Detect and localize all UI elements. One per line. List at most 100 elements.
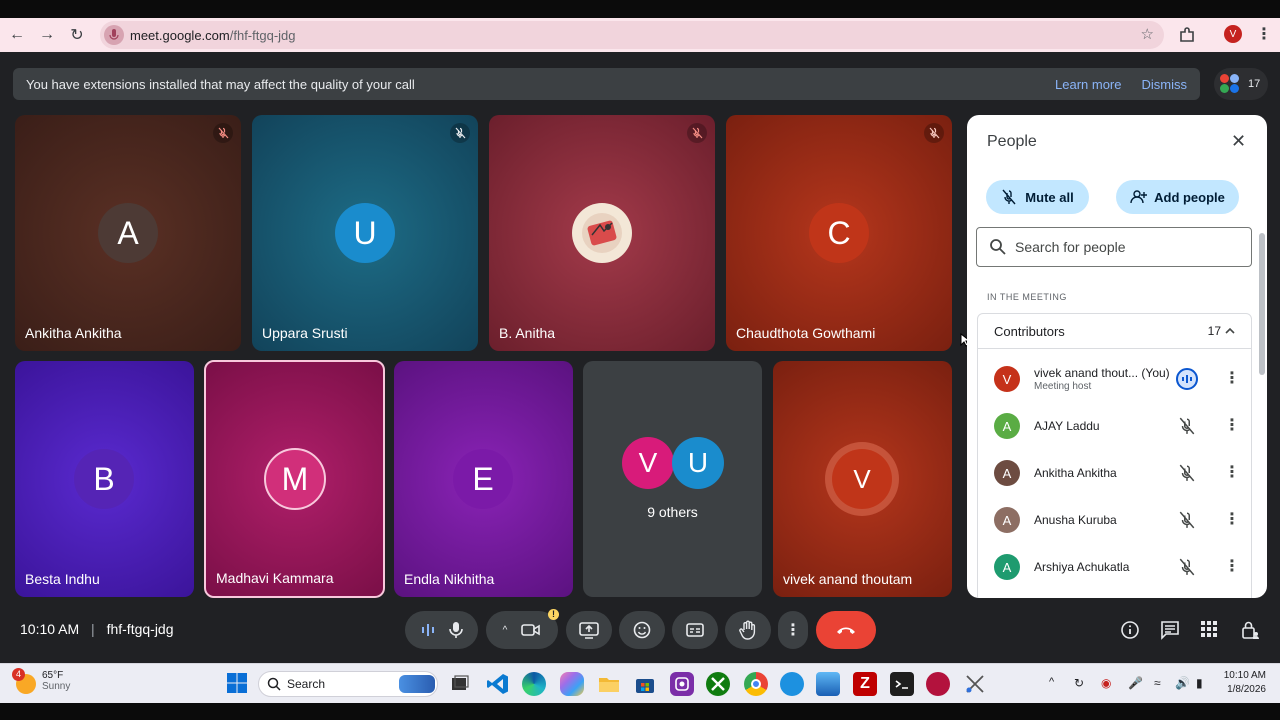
mic-off-icon[interactable] (1178, 511, 1196, 529)
group-count: 17 (1207, 324, 1221, 338)
list-item[interactable]: A Ankitha Ankitha ⋮ (978, 450, 1251, 496)
chat-button[interactable] (1160, 620, 1182, 642)
chevron-up-icon[interactable]: ^ (1049, 676, 1054, 688)
avatar: A (994, 460, 1020, 486)
wifi-icon[interactable]: ≈ (1154, 676, 1161, 690)
weather-widget[interactable]: 4 65°F Sunny (12, 668, 70, 694)
close-icon[interactable]: ✕ (1231, 131, 1246, 152)
more-options-icon[interactable]: ⋮ (1224, 556, 1240, 576)
participant-name: Madhavi Kammara (216, 570, 334, 586)
extensions-icon[interactable] (1178, 26, 1196, 44)
list-item[interactable]: A Arshiya Achukatla ⋮ (978, 544, 1251, 590)
mute-all-button[interactable]: Mute all (986, 180, 1089, 214)
more-options-icon[interactable]: ⋮ (1224, 415, 1240, 435)
camera-tray-icon[interactable]: ◉ (1101, 676, 1111, 690)
app-icon[interactable] (670, 672, 694, 696)
participant-avatar: V (832, 449, 892, 509)
others-tile[interactable]: V U 9 others (583, 361, 762, 597)
present-screen-button[interactable] (566, 611, 612, 649)
reload-icon[interactable]: ↻ (62, 20, 92, 50)
participant-tile[interactable]: E Endla Nikhitha (394, 361, 573, 597)
participant-avatar: C (809, 203, 869, 263)
microphone-icon[interactable] (448, 621, 463, 639)
profile-avatar[interactable]: V (1224, 25, 1242, 43)
bookmark-star-icon[interactable]: ☆ (1141, 25, 1154, 43)
contributors-group[interactable]: Contributors 17 (977, 313, 1252, 349)
weather-temp: 65°F (42, 670, 64, 681)
leave-call-button[interactable] (816, 611, 876, 649)
learn-more-link[interactable]: Learn more (1055, 77, 1121, 92)
xbox-icon[interactable] (706, 672, 730, 696)
section-label: IN THE MEETING (987, 292, 1067, 302)
chevron-up-icon[interactable]: ^ (503, 625, 508, 636)
participant-avatar: B (74, 449, 134, 509)
search-icon (990, 239, 1006, 255)
list-item[interactable]: A AJAY Laddu ⋮ (978, 403, 1251, 449)
add-people-button[interactable]: Add people (1116, 180, 1239, 214)
more-options-button[interactable]: ⋮ (778, 611, 808, 649)
participant-tile[interactable]: C Chaudthota Gowthami (726, 115, 952, 351)
copilot-icon[interactable] (560, 672, 584, 696)
reactions-button[interactable] (619, 611, 665, 649)
forward-icon[interactable]: → (32, 20, 62, 50)
url-text: meet.google.com/fhf-ftgq-jdg (130, 27, 296, 43)
mic-off-icon[interactable] (1178, 464, 1196, 482)
meeting-code: fhf-ftgq-jdg (106, 621, 174, 637)
battery-icon[interactable]: ▮ (1196, 676, 1203, 690)
mic-off-icon[interactable] (1178, 558, 1196, 576)
windows-start-icon[interactable] (226, 672, 250, 696)
address-bar[interactable]: meet.google.com/fhf-ftgq-jdg ☆ (100, 21, 1164, 49)
system-clock[interactable]: 10:10 AM 1/8/2026 (1218, 669, 1266, 697)
camera-icon[interactable] (521, 622, 541, 638)
file-explorer-icon[interactable] (597, 672, 621, 696)
participant-tile[interactable]: B Besta Indhu (15, 361, 194, 597)
participant-avatar: E (453, 449, 513, 509)
vscode-icon[interactable] (486, 672, 510, 696)
more-options-icon[interactable]: ⋮ (1224, 368, 1240, 388)
list-item[interactable]: V vivek anand thout... (You) Meeting host… (978, 356, 1251, 402)
participant-tile-speaking[interactable]: M Madhavi Kammara (204, 360, 385, 598)
sync-icon[interactable]: ↻ (1074, 676, 1084, 690)
activities-button[interactable] (1200, 620, 1222, 642)
docker-icon[interactable] (780, 672, 804, 696)
store-icon[interactable] (633, 672, 657, 696)
volume-icon[interactable]: 🔊 (1175, 676, 1190, 690)
person-name: Arshiya Achukatla (1034, 560, 1130, 574)
more-options-icon[interactable]: ⋮ (1224, 462, 1240, 482)
panel-scrollbar[interactable] (1259, 233, 1265, 375)
chrome-icon[interactable] (744, 672, 768, 696)
search-people-field[interactable]: Search for people (976, 227, 1252, 267)
terminal-icon[interactable] (890, 672, 914, 696)
dismiss-button[interactable]: Dismiss (1142, 77, 1188, 92)
participants-button[interactable]: 17 (1214, 68, 1268, 100)
participant-avatar: V (622, 437, 674, 489)
more-options-icon[interactable]: ⋮ (1224, 509, 1240, 529)
browser-menu-icon[interactable]: ⋮ (1256, 24, 1272, 44)
audio-level-icon[interactable] (421, 622, 435, 638)
taskbar-search[interactable]: Search (258, 671, 438, 697)
meeting-details-button[interactable] (1120, 620, 1142, 642)
photos-icon[interactable] (816, 672, 840, 696)
snipping-tool-icon[interactable] (963, 672, 987, 696)
muted-mic-icon (924, 123, 944, 143)
participant-tile[interactable]: V vivek anand thoutam (773, 361, 952, 597)
filezilla-icon[interactable]: Z (853, 672, 877, 696)
list-item[interactable]: A Anusha Kuruba ⋮ (978, 497, 1251, 543)
host-controls-button[interactable] (1240, 620, 1262, 642)
microphone-tray-icon[interactable]: 🎤 (1128, 676, 1143, 690)
back-icon[interactable]: ← (2, 20, 32, 50)
chevron-up-icon[interactable] (1224, 324, 1236, 342)
task-view-icon[interactable] (448, 672, 472, 696)
captions-button[interactable] (672, 611, 718, 649)
app-red-icon[interactable] (926, 672, 950, 696)
participant-tile[interactable]: U Uppara Srusti (252, 115, 478, 351)
edge-icon[interactable] (522, 672, 546, 696)
mic-site-icon[interactable] (104, 25, 124, 45)
participant-tile[interactable]: A Ankitha Ankitha (15, 115, 241, 351)
panel-title: People (987, 133, 1037, 150)
mic-off-icon[interactable] (1178, 417, 1196, 435)
raise-hand-button[interactable] (725, 611, 771, 649)
participant-tile[interactable]: B. Anitha (489, 115, 715, 351)
banner-message: You have extensions installed that may a… (26, 76, 415, 92)
meeting-info: 10:10 AM | fhf-ftgq-jdg (20, 621, 174, 637)
